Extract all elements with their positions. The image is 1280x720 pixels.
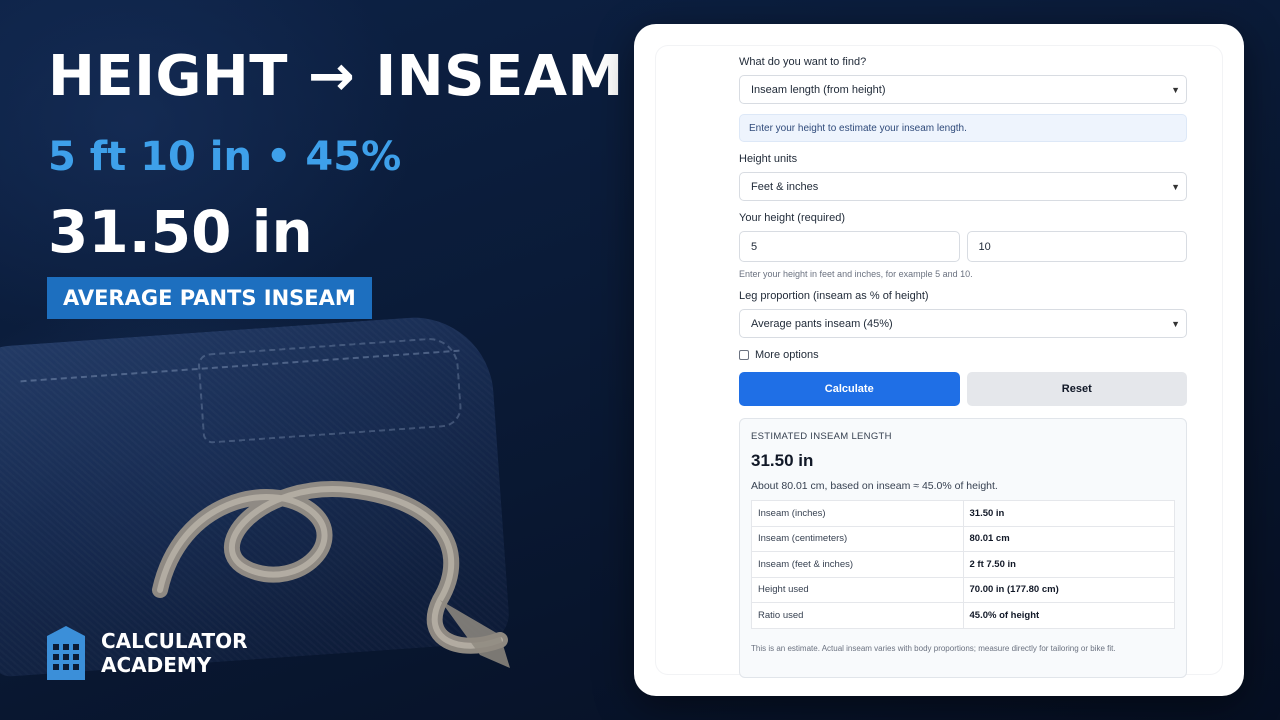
height-inches-input[interactable]: 10 [966,231,1187,262]
action-buttons: Calculate Reset [739,372,1187,406]
row-value: 80.01 cm [962,525,1175,552]
chevron-down-icon: ▼ [1171,84,1180,95]
row-value: 2 ft 7.50 in [962,551,1175,578]
results-title: ESTIMATED INSEAM LENGTH [751,431,892,442]
find-select[interactable]: Inseam length (from height) ▼ [739,75,1187,104]
row-value: 70.00 in (177.80 cm) [962,576,1175,603]
find-select-value: Inseam length (from height) [751,83,886,96]
more-options-label: More options [755,349,819,361]
height-feet-input[interactable]: 5 [739,231,960,262]
building-logo-icon [47,626,85,680]
row-label: Inseam (feet & inches) [751,551,964,578]
reset-button[interactable]: Reset [966,372,1187,406]
more-options-toggle[interactable]: More options [739,349,1187,361]
brand-name: CALCULATOR ACADEMY [101,629,248,677]
calculator-card: What do you want to find? Inseam length … [656,46,1222,678]
hero-headline: HEIGHT → INSEAM [48,44,624,109]
hero-badge: AVERAGE PANTS INSEAM [47,277,372,319]
proportion-select-value: Average pants inseam (45%) [751,317,893,330]
units-label: Height units [739,153,798,165]
row-value: 31.50 in [962,500,1175,527]
results-value: 31.50 in [751,451,814,470]
height-label: Your height (required) [739,212,845,224]
calculator-panel: What do you want to find? Inseam length … [634,24,1244,696]
calculator-form: What do you want to find? Inseam length … [739,56,1187,678]
chevron-down-icon: ▼ [1171,181,1180,192]
row-label: Inseam (centimeters) [751,525,964,552]
row-value: 45.0% of height [962,602,1175,629]
height-hint: Enter your height in feet and inches, fo… [739,269,973,279]
results-subtext: About 80.01 cm, based on inseam ≈ 45.0% … [751,480,998,492]
calculate-button[interactable]: Calculate [739,372,960,406]
units-select-value: Feet & inches [751,180,819,193]
chevron-down-icon: ▼ [1171,318,1180,329]
row-label: Inseam (inches) [751,500,964,527]
units-select[interactable]: Feet & inches ▼ [739,172,1187,201]
row-label: Height used [751,576,964,603]
table-row: Inseam (feet & inches) 2 ft 7.50 in [751,551,1175,578]
table-row: Inseam (inches) 31.50 in [751,500,1175,527]
results-table: Inseam (inches) 31.50 in Inseam (centime… [751,500,1175,629]
brand-line-2: ACADEMY [101,653,212,677]
brand: CALCULATOR ACADEMY [45,624,248,682]
brand-line-1: CALCULATOR [101,629,248,653]
table-row: Height used 70.00 in (177.80 cm) [751,576,1175,603]
hero-result: 31.50 in [48,198,313,266]
info-box: Enter your height to estimate your insea… [739,114,1187,142]
proportion-label: Leg proportion (inseam as % of height) [739,290,929,302]
find-label: What do you want to find? [739,56,867,68]
hero-subline: 5 ft 10 in • 45% [48,134,402,180]
row-label: Ratio used [751,602,964,629]
table-row: Ratio used 45.0% of height [751,602,1175,629]
more-options-checkbox[interactable] [739,350,749,360]
proportion-select[interactable]: Average pants inseam (45%) ▼ [739,309,1187,338]
results-card: ESTIMATED INSEAM LENGTH 31.50 in About 8… [739,418,1187,678]
height-inputs: 5 10 [739,231,1187,262]
results-note: This is an estimate. Actual inseam varie… [751,643,1116,653]
table-row: Inseam (centimeters) 80.01 cm [751,525,1175,552]
